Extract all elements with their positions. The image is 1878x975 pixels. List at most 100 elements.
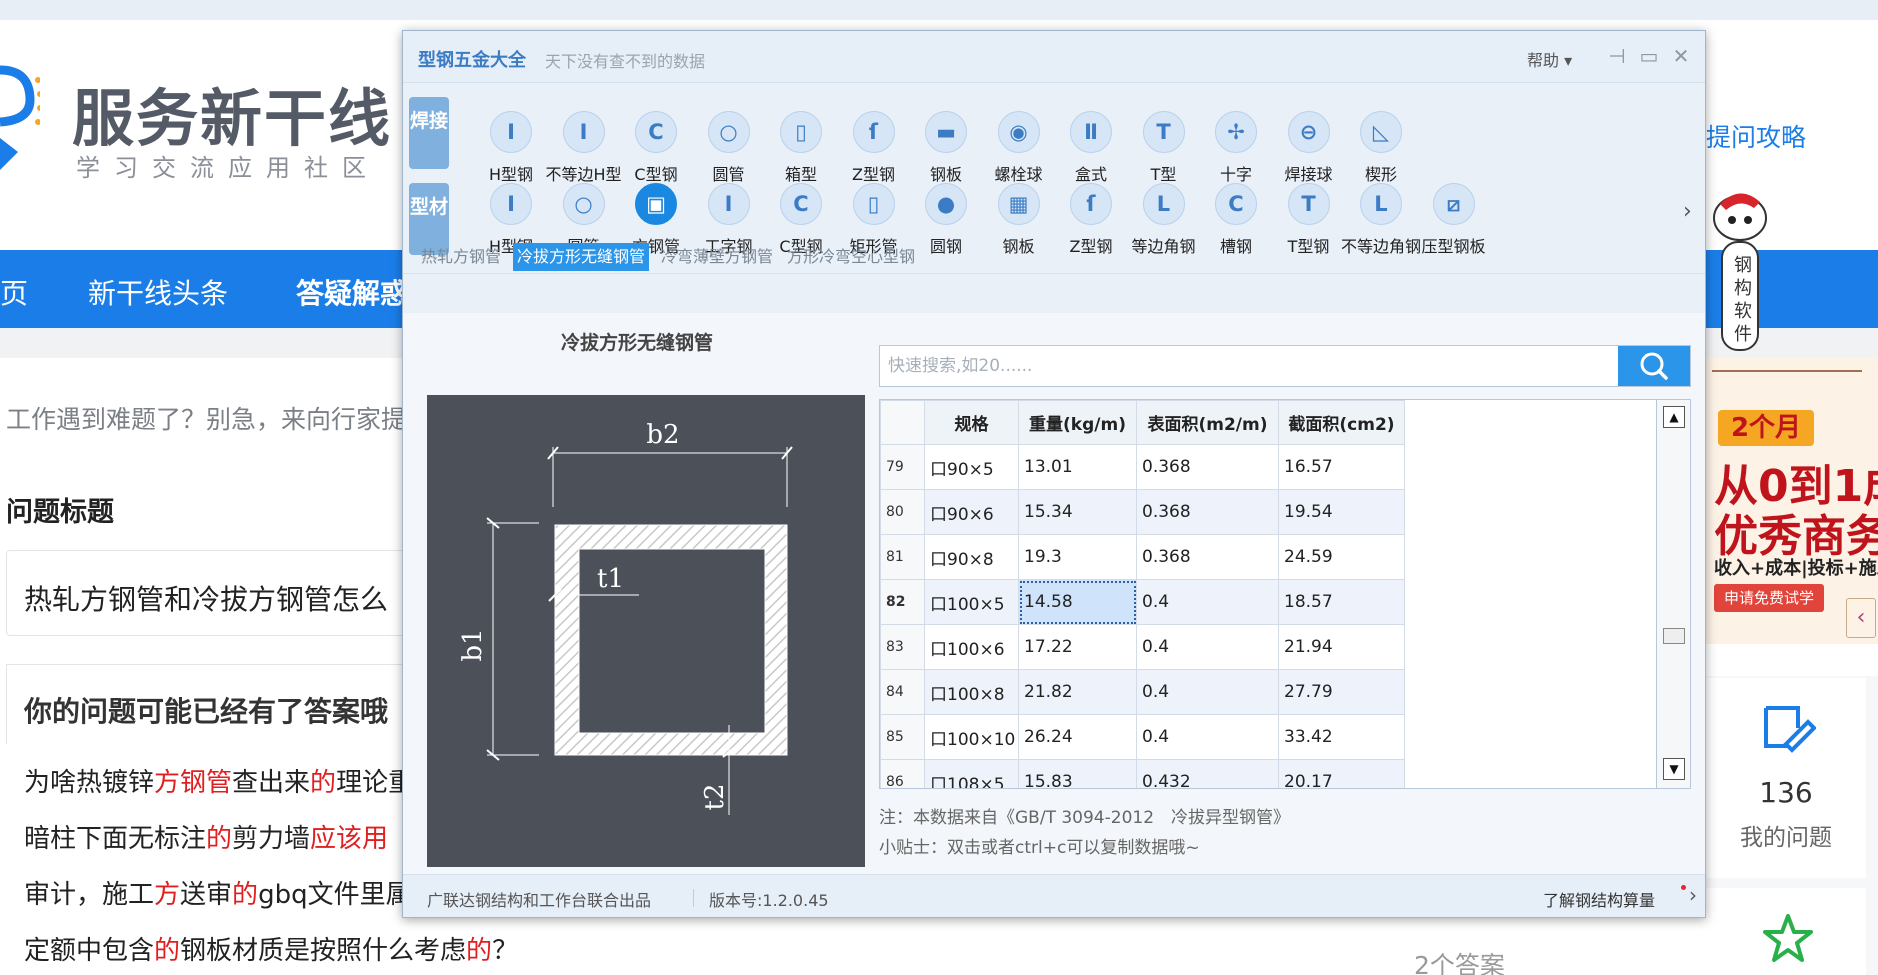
close-icon[interactable]: ✕ [1667, 41, 1695, 71]
table-cell[interactable]: 0.4 [1136, 669, 1279, 715]
tool-wedge[interactable]: ◺ 楔形 [1339, 111, 1423, 189]
pin-icon[interactable]: ⊣ [1603, 41, 1631, 71]
help-menu[interactable]: 帮助 ▾ [1527, 47, 1572, 71]
column-header[interactable] [880, 400, 925, 445]
column-header[interactable]: 表面积(m2/m) [1136, 400, 1279, 445]
table-row[interactable]: 81 口90×8 19.3 0.368 24.59 [880, 534, 1405, 580]
table-row[interactable]: 79 口90×5 13.01 0.368 16.57 [880, 444, 1405, 490]
similar-question-link[interactable]: 审计，施工方送审的gbq文件里属 [24, 874, 412, 911]
table-cell[interactable]: 27.79 [1278, 669, 1405, 715]
table-cell[interactable]: 0.4 [1136, 624, 1279, 670]
table-cell[interactable]: 0.368 [1136, 534, 1279, 580]
table-scrollbar[interactable]: ▲ ▼ [1657, 399, 1691, 789]
table-row[interactable]: 80 口90×6 15.34 0.368 19.54 [880, 489, 1405, 535]
row-number[interactable]: 79 [880, 444, 925, 490]
table-cell[interactable]: 17.22 [1018, 624, 1137, 670]
minimize-icon[interactable]: ▭ [1635, 41, 1663, 71]
table-cell[interactable]: 0.368 [1136, 489, 1279, 535]
table-row[interactable]: 82 口100×5 14.58 0.4 18.57 [880, 579, 1405, 625]
row-number[interactable]: 84 [880, 669, 925, 715]
table-cell[interactable]: 21.82 [1018, 669, 1137, 715]
table-cell[interactable]: 26.24 [1018, 714, 1137, 760]
mascot-text: 钢构软件 [1734, 255, 1752, 345]
subtab-2[interactable]: 冷拔方形无缝钢管 [513, 243, 650, 271]
table-cell[interactable]: 33.42 [1278, 714, 1405, 760]
subtab-4[interactable]: 方形冷弯空心型钢 [783, 243, 919, 271]
table-cell[interactable]: 口100×6 [924, 624, 1019, 670]
similar-question-link[interactable]: 暗柱下面无标注的剪力墙应该用 [24, 818, 388, 855]
table-cell[interactable]: 24.59 [1278, 534, 1405, 580]
table-cell[interactable]: 0.432 [1136, 759, 1279, 788]
answers-count[interactable]: 2个答案 [1414, 946, 1505, 975]
promo-prev-icon[interactable]: ‹ [1846, 598, 1876, 638]
table-cell[interactable]: 15.83 [1018, 759, 1137, 788]
tool-label: 压型钢板 [1421, 237, 1486, 256]
toolbar-more-icon[interactable]: › [1683, 199, 1692, 224]
similar-question-link[interactable]: 定额中包含的钢板材质是按照什么考虑的？ [24, 930, 518, 967]
table-cell[interactable]: 口90×8 [924, 534, 1019, 580]
nav-qa[interactable]: 答疑解惑 [296, 272, 408, 312]
question-text-part: ？ [492, 936, 519, 966]
question-text-part: 的 [154, 936, 181, 966]
similar-question-link[interactable]: 为啥热镀锌方钢管查出来的理论重 [24, 762, 414, 799]
unequal-angle-icon: L [1360, 183, 1402, 225]
table-cell[interactable]: 0.4 [1136, 579, 1279, 625]
subtab-3[interactable]: 冷弯薄壁方钢管 [657, 243, 777, 271]
table-cell[interactable]: 13.01 [1018, 444, 1137, 490]
row-number[interactable]: 85 [880, 714, 925, 760]
window-titlebar[interactable]: 型钢五金大全 天下没有查不到的数据 帮助 ▾ ⊣ ▭ ✕ [403, 31, 1705, 83]
promo-small: 收入+成本|投标+施工+ [1714, 558, 1878, 579]
question-title-label: 问题标题 [6, 497, 114, 528]
table-cell[interactable]: 19.54 [1278, 489, 1405, 535]
round-bar-icon: ● [925, 183, 967, 225]
table-row[interactable]: 86 口108×5 15.83 0.432 20.17 [880, 759, 1405, 788]
promo-banner[interactable]: 2个月 从0到1成 优秀商务 收入+成本|投标+施工+ 申请免费试学 ‹ [1706, 358, 1878, 644]
table-cell[interactable]: 口100×8 [924, 669, 1019, 715]
table-cell[interactable]: 19.3 [1018, 534, 1137, 580]
row-number[interactable]: 83 [880, 624, 925, 670]
subtab-1[interactable]: 热轧方钢管 [417, 243, 505, 271]
promo-trial-button[interactable]: 申请免费试学 [1714, 584, 1824, 612]
row-number[interactable]: 82 [880, 579, 925, 625]
row-number[interactable]: 81 [880, 534, 925, 580]
table-cell[interactable]: 口108×5 [924, 759, 1019, 788]
row-number[interactable]: 86 [880, 759, 925, 788]
table-cell[interactable]: 0.368 [1136, 444, 1279, 490]
table-cell[interactable]: 18.57 [1278, 579, 1405, 625]
tool-profiled-sheet[interactable]: ⧄ 压型钢板 [1412, 183, 1496, 261]
table-cell[interactable]: 0.4 [1136, 714, 1279, 760]
column-header[interactable]: 规格 [924, 400, 1019, 445]
table-row[interactable]: 84 口100×8 21.82 0.4 27.79 [880, 669, 1405, 715]
question-text-part: gbq文件里属 [258, 880, 412, 910]
table-cell[interactable]: 15.34 [1018, 489, 1137, 535]
row-number[interactable]: 80 [880, 489, 925, 535]
side-tab-welding[interactable]: 焊接 [409, 97, 449, 169]
table-cell[interactable]: 口90×6 [924, 489, 1019, 535]
scroll-down-icon[interactable]: ▼ [1663, 758, 1685, 780]
column-header[interactable]: 重量(kg/m) [1018, 400, 1137, 445]
table-cell[interactable]: 口100×5 [924, 579, 1019, 625]
table-cell[interactable]: 口90×5 [924, 444, 1019, 490]
ask-guide-link[interactable]: 提问攻略 [1706, 118, 1806, 154]
nav-home[interactable]: 页 [0, 272, 28, 312]
table-cell[interactable]: 14.58 [1018, 579, 1137, 625]
learn-more-link[interactable]: 了解钢结构算量 [1543, 887, 1655, 911]
h-beam-icon: I [490, 183, 532, 225]
chevron-right-icon[interactable]: › [1689, 883, 1697, 907]
scroll-thumb[interactable] [1663, 628, 1685, 644]
table-cell[interactable]: 16.57 [1278, 444, 1405, 490]
table-cell[interactable]: 21.94 [1278, 624, 1405, 670]
c-channel-icon: C [635, 111, 677, 153]
table-cell[interactable]: 口100×10 [924, 714, 1019, 760]
my-questions-label[interactable]: 我的问题 [1706, 818, 1866, 852]
table-cell[interactable]: 20.17 [1278, 759, 1405, 788]
search-input[interactable] [880, 346, 1618, 386]
scroll-up-icon[interactable]: ▲ [1663, 406, 1685, 428]
favorites-card[interactable] [1706, 888, 1866, 975]
nav-headlines[interactable]: 新干线头条 [88, 272, 228, 312]
subtab-divider [403, 273, 1705, 274]
table-row[interactable]: 85 口100×10 26.24 0.4 33.42 [880, 714, 1405, 760]
table-row[interactable]: 83 口100×6 17.22 0.4 21.94 [880, 624, 1405, 670]
column-header[interactable]: 截面积(cm2) [1278, 400, 1405, 445]
search-button[interactable] [1618, 346, 1690, 386]
